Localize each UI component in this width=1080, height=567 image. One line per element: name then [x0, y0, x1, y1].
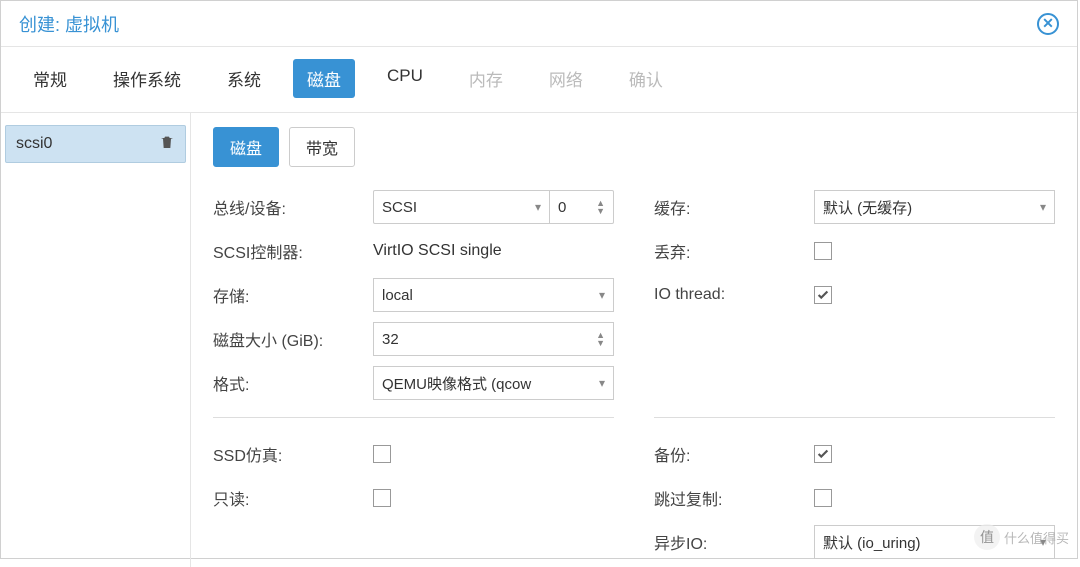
cache-select[interactable]: 默认 (无缓存) ▾	[814, 190, 1055, 224]
chevron-down-icon: ▾	[535, 200, 541, 214]
bus-index-value: 0	[558, 199, 566, 216]
tab-confirm: 确认	[615, 59, 677, 98]
tab-memory: 内存	[455, 59, 517, 98]
divider	[654, 417, 1055, 418]
format-select[interactable]: QEMU映像格式 (qcow ▾	[373, 366, 614, 400]
format-select-value: QEMU映像格式 (qcow	[382, 373, 531, 394]
disk-list-sidebar: scsi0	[1, 113, 191, 567]
ssd-emulation-checkbox[interactable]	[373, 445, 391, 463]
tab-network: 网络	[535, 59, 597, 98]
scsi-controller-label: SCSI控制器:	[213, 239, 373, 263]
window-title: 创建: 虚拟机	[19, 11, 119, 37]
disk-form-panel: 磁盘 带宽 总线/设备: SCSI ▾	[191, 113, 1077, 567]
readonly-label: 只读:	[213, 486, 373, 510]
watermark: 值 什么值得买	[974, 524, 1069, 550]
chevron-down-icon: ▾	[1040, 200, 1046, 214]
disk-size-spinner[interactable]: 32 ▲▼	[373, 322, 614, 356]
disk-size-value: 32	[382, 331, 399, 348]
bus-device-label: 总线/设备:	[213, 195, 373, 219]
tab-system[interactable]: 系统	[213, 59, 275, 98]
bus-index-spinner[interactable]: 0 ▲▼	[550, 190, 614, 224]
discard-checkbox[interactable]	[814, 242, 832, 260]
sidebar-item-label: scsi0	[16, 135, 52, 153]
trash-icon[interactable]	[159, 134, 175, 155]
backup-label: 备份:	[654, 442, 814, 466]
tab-general[interactable]: 常规	[19, 59, 81, 98]
storage-select[interactable]: local ▾	[373, 278, 614, 312]
readonly-checkbox[interactable]	[373, 489, 391, 507]
disk-size-label: 磁盘大小 (GiB):	[213, 327, 373, 351]
skip-replicate-label: 跳过复制:	[654, 486, 814, 510]
divider	[213, 417, 614, 418]
format-label: 格式:	[213, 371, 373, 395]
storage-label: 存储:	[213, 283, 373, 307]
async-io-select-value: 默认 (io_uring)	[823, 532, 921, 553]
close-button[interactable]: ✕	[1037, 13, 1059, 35]
spinner-arrows-icon[interactable]: ▲▼	[596, 331, 605, 347]
subtab-disk[interactable]: 磁盘	[213, 127, 279, 167]
check-icon	[816, 447, 830, 461]
close-icon: ✕	[1042, 15, 1054, 32]
skip-replicate-checkbox[interactable]	[814, 489, 832, 507]
spinner-arrows-icon[interactable]: ▲▼	[596, 199, 605, 215]
tab-cpu[interactable]: CPU	[373, 59, 437, 98]
cache-select-value: 默认 (无缓存)	[823, 197, 912, 218]
discard-label: 丢弃:	[654, 239, 814, 263]
watermark-text: 什么值得买	[1004, 528, 1069, 547]
sidebar-item-scsi0[interactable]: scsi0	[5, 125, 186, 163]
ssd-emulation-label: SSD仿真:	[213, 442, 373, 466]
backup-checkbox[interactable]	[814, 445, 832, 463]
subtab-bandwidth[interactable]: 带宽	[289, 127, 355, 167]
scsi-controller-value: VirtIO SCSI single	[373, 242, 502, 260]
titlebar: 创建: 虚拟机 ✕	[1, 1, 1077, 47]
check-icon	[816, 288, 830, 302]
cache-label: 缓存:	[654, 195, 814, 219]
bus-select[interactable]: SCSI ▾	[373, 190, 550, 224]
watermark-badge-icon: 值	[974, 524, 1000, 550]
iothread-checkbox[interactable]	[814, 286, 832, 304]
tab-disk[interactable]: 磁盘	[293, 59, 355, 98]
wizard-tabs: 常规 操作系统 系统 磁盘 CPU 内存 网络 确认	[1, 47, 1077, 113]
bus-select-value: SCSI	[382, 199, 417, 216]
iothread-label: IO thread:	[654, 286, 814, 304]
async-io-label: 异步IO:	[654, 530, 814, 554]
storage-select-value: local	[382, 287, 413, 304]
tab-os[interactable]: 操作系统	[99, 59, 195, 98]
chevron-down-icon: ▾	[599, 288, 605, 302]
chevron-down-icon: ▾	[599, 376, 605, 390]
